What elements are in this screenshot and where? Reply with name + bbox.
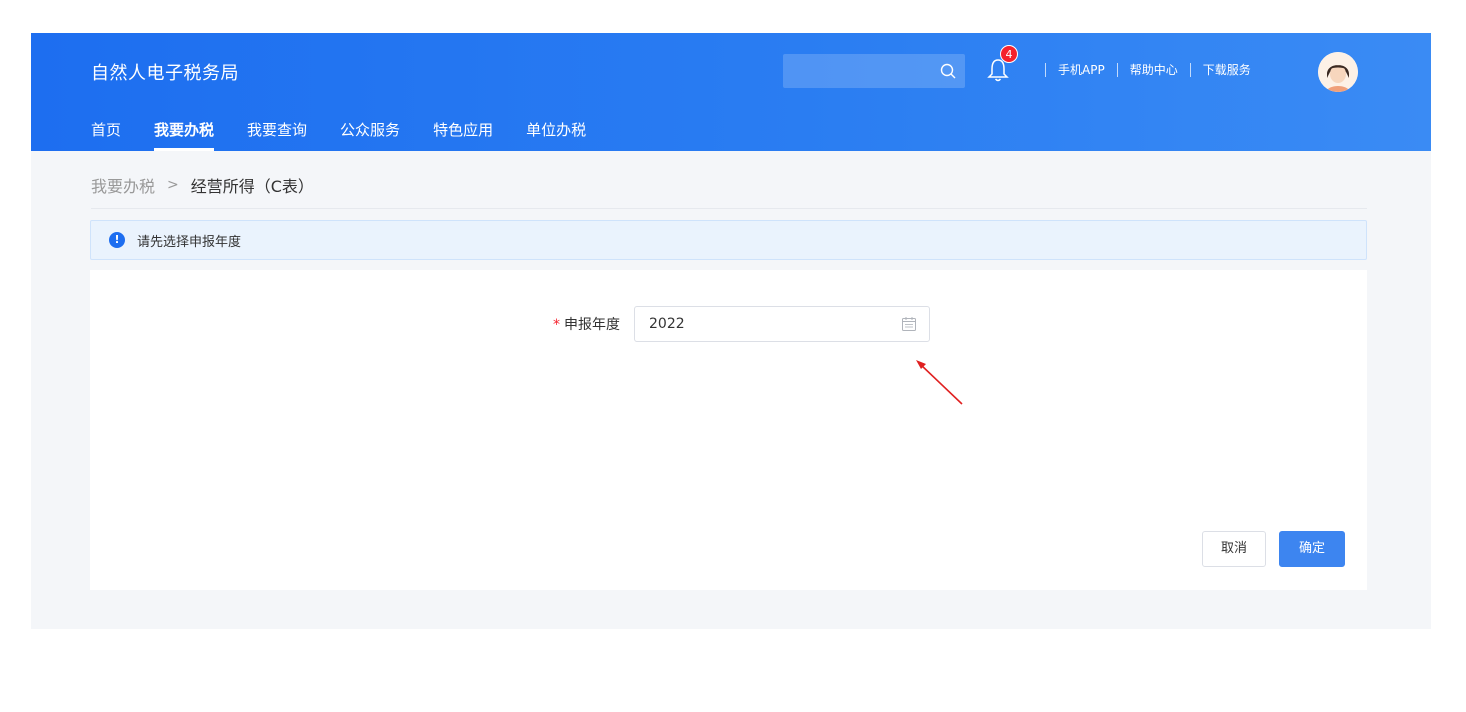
main-nav: 首页 我要办税 我要查询 公众服务 特色应用 单位办税: [91, 119, 619, 151]
breadcrumb-separator: >: [167, 177, 179, 193]
year-form-row: * 申报年度 2022: [540, 306, 930, 342]
confirm-button[interactable]: 确定: [1279, 531, 1345, 567]
breadcrumb-current: 经营所得（C表）: [190, 177, 314, 196]
year-picker[interactable]: 2022: [634, 306, 930, 342]
search-input[interactable]: [783, 54, 965, 88]
download-service-link[interactable]: 下载服务: [1203, 61, 1251, 78]
calendar-icon[interactable]: [901, 316, 917, 332]
annotation-arrow-icon: [916, 360, 963, 405]
help-center-link[interactable]: 帮助中心: [1130, 61, 1178, 78]
cancel-button[interactable]: 取消: [1202, 531, 1266, 567]
user-avatar-icon: [1318, 52, 1358, 92]
breadcrumb-parent[interactable]: 我要办税: [91, 173, 155, 197]
link-separator: [1189, 62, 1191, 77]
info-alert: ! 请先选择申报年度: [90, 220, 1367, 260]
required-mark: *: [553, 317, 560, 333]
search-icon[interactable]: [939, 62, 957, 80]
alert-text: 请先选择申报年度: [137, 234, 242, 250]
app-window: 自然人电子税务局 4 手机APP 帮助中心 下载服务 首页 我要办税 我要查询 …: [31, 33, 1431, 629]
year-value: 2022: [649, 316, 685, 332]
notification-badge: 4: [1000, 45, 1018, 63]
nav-item-tax-filing[interactable]: 我要办税: [154, 119, 215, 151]
top-links: 手机APP 帮助中心 下载服务: [1033, 61, 1251, 78]
link-separator: [1116, 62, 1118, 77]
header: 自然人电子税务局 4 手机APP 帮助中心 下载服务 首页 我要办税 我要查询 …: [31, 33, 1431, 151]
form-card: * 申报年度 2022 取消 确定: [90, 270, 1367, 590]
nav-item-query[interactable]: 我要查询: [247, 119, 307, 151]
mobile-app-link[interactable]: 手机APP: [1058, 61, 1105, 78]
breadcrumb: 我要办税 > 经营所得（C表）: [91, 173, 314, 197]
site-title: 自然人电子税务局: [91, 63, 239, 84]
nav-item-unit-tax[interactable]: 单位办税: [526, 119, 586, 151]
info-icon: !: [109, 232, 125, 248]
year-label-text: 申报年度: [564, 317, 620, 333]
nav-item-public-service[interactable]: 公众服务: [340, 119, 400, 151]
avatar[interactable]: [1318, 52, 1358, 92]
nav-item-featured-apps[interactable]: 特色应用: [433, 119, 493, 151]
year-label: * 申报年度: [540, 314, 634, 334]
divider: [91, 208, 1367, 209]
nav-item-home[interactable]: 首页: [91, 119, 121, 151]
link-separator: [1045, 62, 1046, 77]
